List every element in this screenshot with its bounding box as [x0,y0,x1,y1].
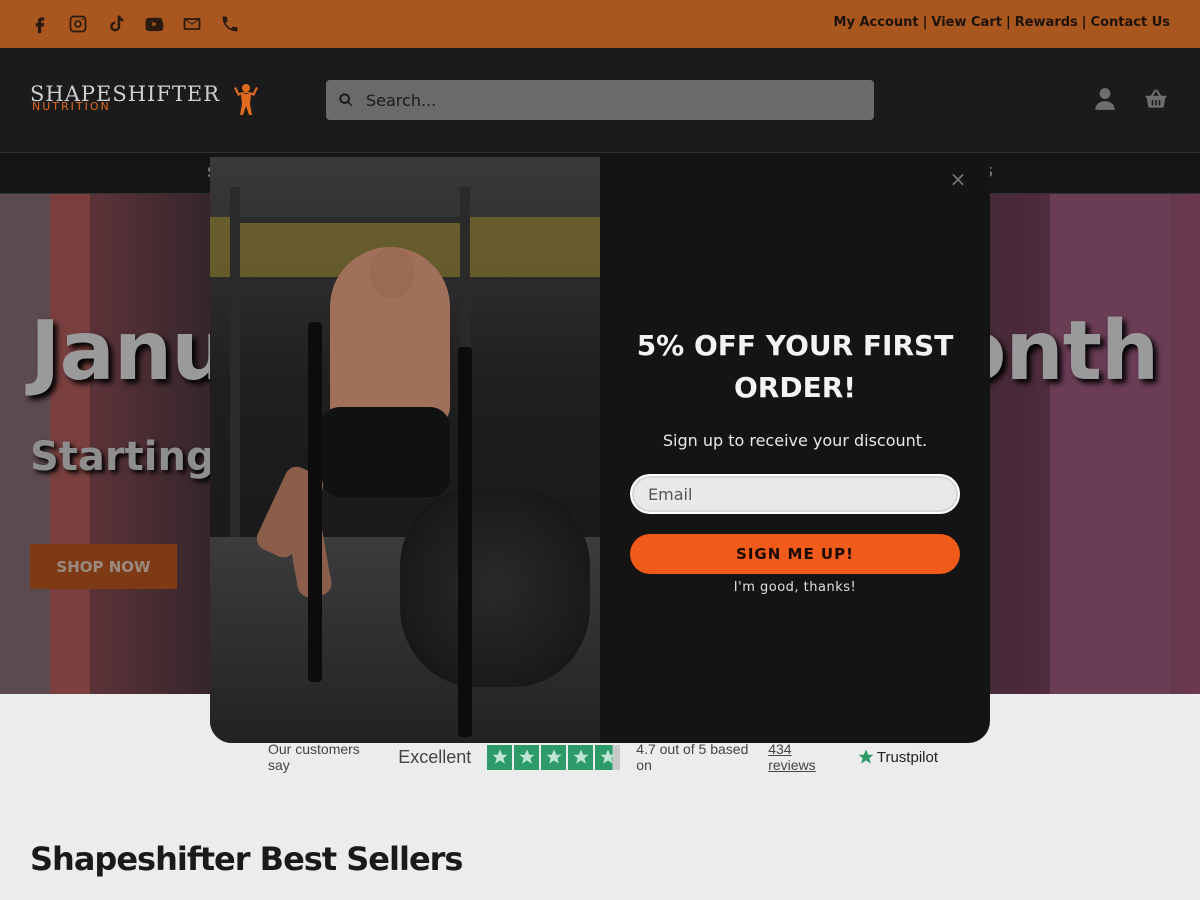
view-cart-link[interactable]: View Cart [931,15,1002,30]
trustpilot-verdict: Excellent [398,746,472,767]
trustpilot-brand: Trustpilot [876,748,938,766]
trustpilot-logo[interactable]: Trustpilot [857,748,938,766]
my-account-link[interactable]: My Account [834,15,919,30]
account-links: My Account | View Cart | Rewards | Contact Us [834,15,1170,30]
envelope-icon[interactable] [180,12,204,36]
rating-text: 4.7 out of 5 based on [636,741,749,773]
email-field[interactable] [630,474,960,514]
best-sellers-heading: Shapeshifter Best Sellers [30,840,463,878]
basket-icon[interactable] [1143,86,1171,114]
rewards-link[interactable]: Rewards [1015,15,1078,30]
instagram-icon[interactable] [66,12,90,36]
search-input[interactable] [366,80,866,120]
youtube-icon[interactable] [142,12,166,36]
star-icon [487,744,513,770]
phone-icon[interactable] [218,12,242,36]
separator: | [922,15,928,30]
search-icon[interactable] [338,92,354,108]
star-icon [568,744,594,770]
separator: | [1005,15,1011,30]
user-icon[interactable] [1092,86,1120,114]
signup-popup [210,157,990,743]
contact-us-link[interactable]: Contact Us [1091,15,1170,30]
logo[interactable]: SHAPESHIFTER NUTRITION [30,82,260,118]
facebook-icon[interactable] [28,12,52,36]
top-bar: My Account | View Cart | Rewards | Contact Us [0,0,1200,48]
separator: | [1081,15,1087,30]
star-icon [541,744,567,770]
reviews-link[interactable]: 434 reviews [768,741,841,773]
search-bar [326,80,874,120]
trustpilot-prefix: Our customers say [268,741,360,773]
sign-me-up-button[interactable]: SIGN ME UP! [630,534,960,574]
trustpilot-widget[interactable]: Our customers say Excellent 4.7 out of 5… [268,741,938,773]
hero-background [1050,194,1170,694]
shop-now-button[interactable]: SHOP NOW [30,544,177,589]
star-rating [487,744,621,770]
social-links [28,12,242,36]
flexing-figure-icon [234,84,258,115]
close-icon[interactable]: × [948,169,968,189]
decline-link[interactable]: I'm good, thanks! [630,580,960,595]
trustpilot-star-icon [858,749,874,764]
popup-athlete-image [210,157,600,743]
popup-subheading: Sign up to receive your discount. [662,431,928,450]
tiktok-icon[interactable] [104,12,128,36]
popup-heading: 5% OFF YOUR FIRST ORDER! [636,329,954,404]
star-icon [514,744,540,770]
half-star-icon [595,744,621,770]
logo-tagline: NUTRITION [32,100,111,113]
